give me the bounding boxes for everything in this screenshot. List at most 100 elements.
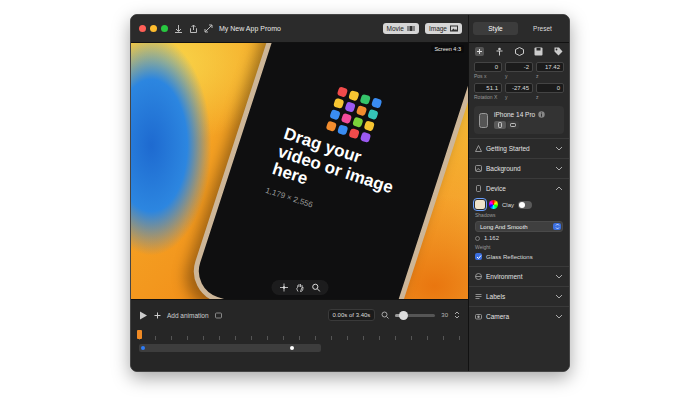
- keyframe[interactable]: [141, 346, 145, 350]
- sidebar-tab[interactable]: Preset: [520, 22, 565, 35]
- timeline: Add animation0.00s of 3.40s30: [131, 299, 468, 371]
- transform-tools: [469, 43, 569, 60]
- color-row: Clay: [475, 200, 563, 209]
- chevron-down-icon[interactable]: [555, 273, 563, 280]
- phone-icon: [479, 113, 488, 128]
- playhead[interactable]: [137, 330, 142, 339]
- chevron-down-icon[interactable]: [555, 293, 563, 300]
- info-icon[interactable]: [538, 111, 545, 118]
- number-field[interactable]: -27.45: [505, 83, 533, 93]
- add-animation-button[interactable]: Add animation: [167, 312, 209, 319]
- style-sidebar: 0Pos x-2y17.42z51.1Rotation X-27.45y0ziP…: [468, 43, 569, 371]
- play-icon[interactable]: [139, 311, 148, 320]
- keyframe[interactable]: [290, 346, 294, 350]
- weight-row: 1.162: [475, 235, 563, 241]
- minimize-button[interactable]: [150, 25, 157, 32]
- device-name: iPhone 14 Pro: [494, 111, 535, 118]
- animation-track[interactable]: [139, 344, 321, 352]
- color-picker[interactable]: [489, 200, 498, 209]
- glass-label: Glass Reflections: [486, 254, 533, 260]
- magnifier-icon[interactable]: [311, 283, 320, 292]
- clay-label: Clay: [502, 202, 514, 208]
- updown-icon: [555, 223, 560, 230]
- app-icon: [367, 109, 378, 120]
- keyframe-icon[interactable]: [215, 312, 222, 319]
- chevron-down-icon[interactable]: [555, 165, 563, 172]
- zoom-knob[interactable]: [399, 311, 408, 320]
- sidebar-tab[interactable]: Style: [473, 22, 518, 35]
- transform-field-group: 17.42z: [536, 62, 564, 79]
- zoom-button[interactable]: [161, 25, 168, 32]
- transform-field-group: 0z: [536, 83, 564, 100]
- section-header[interactable]: Labels: [469, 286, 569, 306]
- move-icon[interactable]: [279, 283, 288, 292]
- add-icon[interactable]: [475, 47, 484, 56]
- image-button[interactable]: Image: [425, 23, 462, 34]
- save-icon[interactable]: [534, 47, 543, 56]
- share-icon[interactable]: [189, 24, 198, 33]
- section-title: Environment: [486, 273, 551, 280]
- app-icon: [336, 86, 347, 97]
- section-title: Background: [486, 165, 551, 172]
- film-icon: [407, 25, 415, 32]
- dropdown-value: Long And Smooth: [480, 224, 528, 230]
- number-field[interactable]: 0: [536, 83, 564, 93]
- section-header[interactable]: Camera: [469, 306, 569, 326]
- box-icon[interactable]: [515, 47, 524, 56]
- figure-icon[interactable]: [495, 47, 504, 56]
- app-icon-grid: [325, 86, 382, 143]
- title-bar: My New App PromoMovieImageStylePreset: [131, 15, 569, 43]
- section-header[interactable]: Device: [469, 178, 569, 198]
- labels-icon: [475, 293, 482, 300]
- hand-icon[interactable]: [295, 283, 304, 292]
- app-icon: [344, 101, 355, 112]
- field-label: Pos x: [474, 73, 502, 79]
- movie-button[interactable]: Movie: [383, 23, 419, 34]
- close-button[interactable]: [139, 25, 146, 32]
- app-icon: [329, 109, 340, 120]
- glass-checkbox[interactable]: [475, 253, 482, 260]
- chevron-down-icon[interactable]: [555, 313, 563, 320]
- clay-toggle[interactable]: [518, 201, 532, 209]
- shadows-dropdown[interactable]: Long And Smooth: [475, 221, 563, 232]
- section-header[interactable]: Getting Started: [469, 138, 569, 158]
- transform-field-group: -27.45y: [505, 83, 533, 100]
- orientation-button[interactable]: [494, 121, 506, 129]
- download-icon[interactable]: [174, 24, 183, 33]
- preview-canvas[interactable]: Drag your video or image here1,179 × 2,5…: [131, 43, 468, 299]
- number-field[interactable]: 0: [474, 62, 502, 72]
- chevron-up-icon[interactable]: [555, 185, 563, 192]
- field-label: y: [505, 73, 533, 79]
- section-header[interactable]: Environment: [469, 266, 569, 286]
- getting-started-icon: [475, 145, 482, 152]
- resize-icon[interactable]: [204, 24, 213, 33]
- device-mockup[interactable]: Drag your video or image here1,179 × 2,5…: [186, 43, 468, 299]
- tag-icon[interactable]: [554, 47, 563, 56]
- weight-value[interactable]: 1.162: [484, 235, 499, 241]
- number-field[interactable]: 51.1: [474, 83, 502, 93]
- shadows-label: Shadows: [475, 212, 563, 218]
- app-window: My New App PromoMovieImageStylePresetDra…: [130, 14, 570, 372]
- timeline-ruler[interactable]: [139, 330, 460, 340]
- field-label: z: [536, 73, 564, 79]
- device-icon: [475, 185, 482, 192]
- camera-icon: [475, 313, 482, 320]
- time-display: 0.00s of 3.40s: [328, 309, 376, 321]
- orientation-button[interactable]: [507, 121, 519, 129]
- device-section: ClayShadowsLong And Smooth1.162WeightGla…: [469, 198, 569, 266]
- transform-field-group: -2y: [505, 62, 533, 79]
- color-swatch[interactable]: [475, 200, 485, 209]
- section-header[interactable]: Background: [469, 158, 569, 178]
- button-label: Movie: [387, 25, 404, 32]
- plus-icon[interactable]: [154, 312, 161, 319]
- timeline-controls: Add animation0.00s of 3.40s30: [139, 304, 460, 326]
- device-card[interactable]: iPhone 14 Pro: [474, 106, 564, 134]
- number-field[interactable]: 17.42: [536, 62, 564, 72]
- section-title: Device: [486, 185, 551, 192]
- zoom-slider[interactable]: [395, 314, 435, 317]
- number-field[interactable]: -2: [505, 62, 533, 72]
- chevron-down-icon[interactable]: [555, 145, 563, 152]
- stepper-icon[interactable]: [454, 311, 460, 319]
- section-title: Labels: [486, 293, 551, 300]
- image-icon: [450, 25, 458, 32]
